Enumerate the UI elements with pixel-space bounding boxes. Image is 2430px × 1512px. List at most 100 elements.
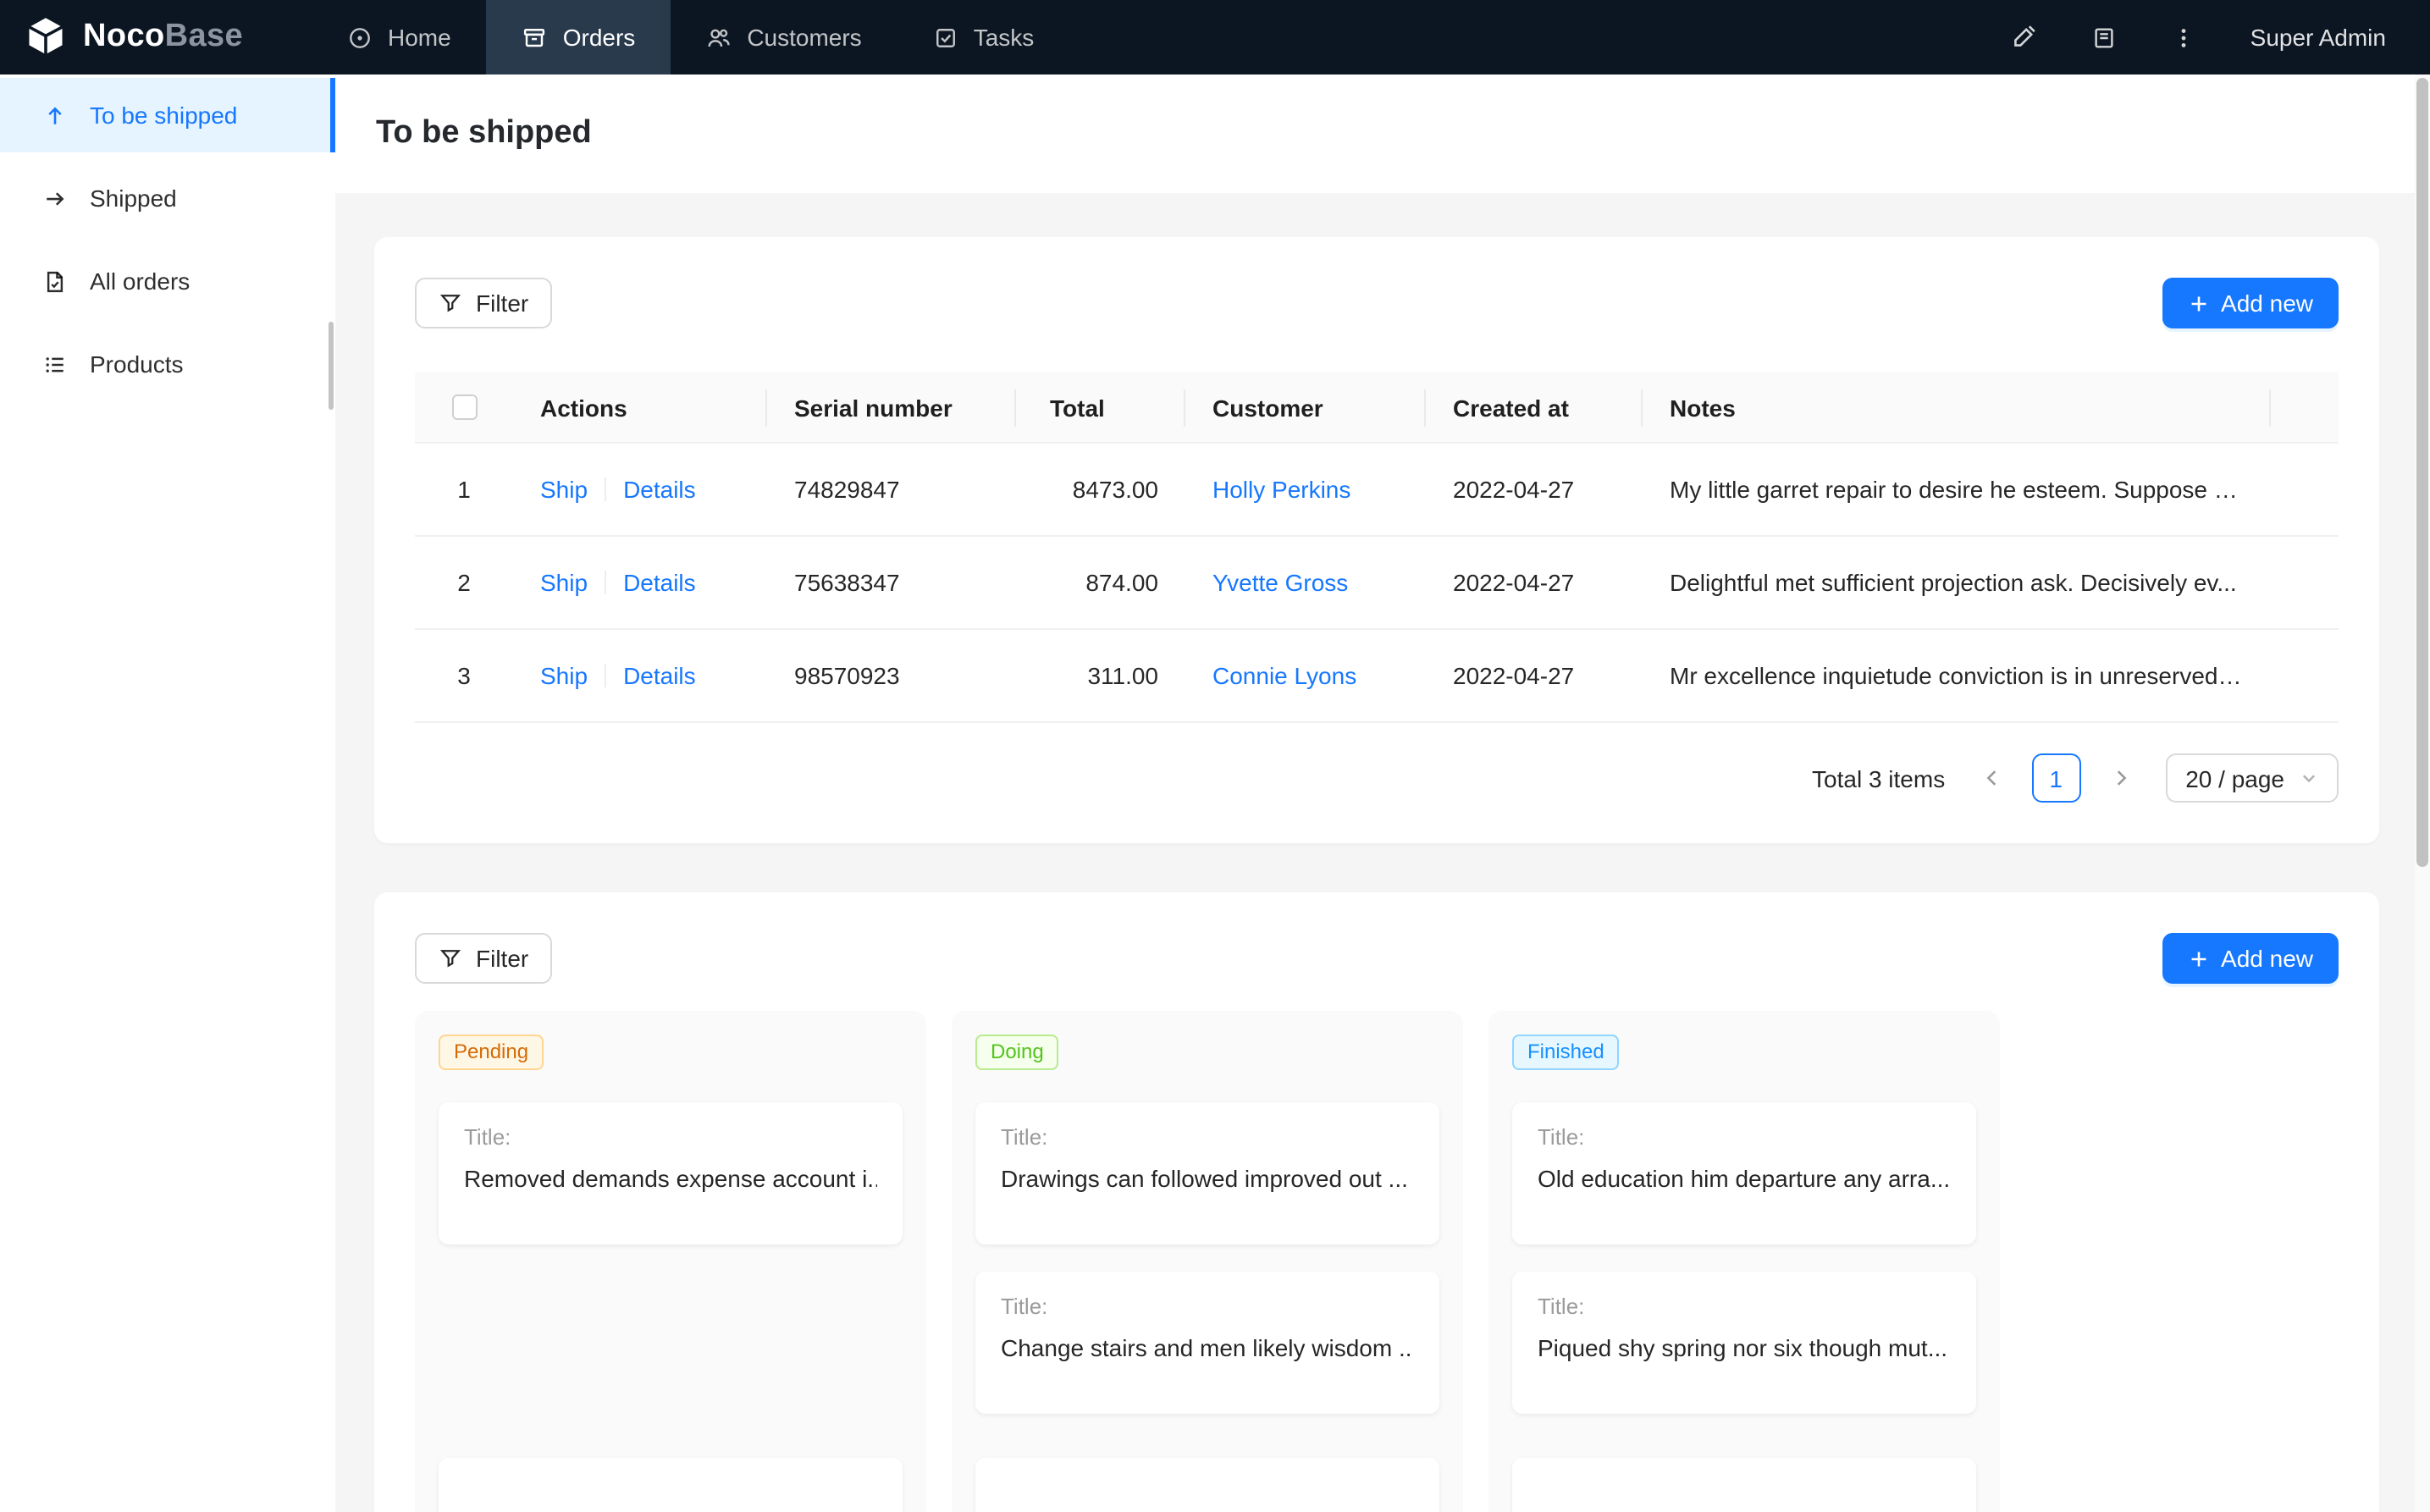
top-nav: NocoBase Home Orders	[0, 0, 2430, 74]
select-all-checkbox[interactable]	[451, 395, 477, 420]
pagination-page-1[interactable]: 1	[2031, 753, 2080, 803]
app: NocoBase Home Orders	[0, 0, 2430, 1512]
column-header-serial-number[interactable]: Serial number	[767, 372, 1016, 442]
orders-table: Actions Serial number Total Customer Cre…	[415, 372, 2339, 723]
task-card[interactable]: Title: Removed demands expense account i…	[439, 1102, 903, 1244]
kanban-column-pending: Pending Title: Removed demands expense a…	[415, 1011, 926, 1512]
column-header-customer[interactable]: Customer	[1185, 372, 1426, 442]
customer-link[interactable]: Connie Lyons	[1212, 662, 1356, 689]
task-card-partial[interactable]	[1512, 1458, 1976, 1512]
nav-label: Customers	[747, 24, 861, 51]
orders-block: Filter Add new Actions	[374, 237, 2379, 843]
customers-icon	[706, 25, 732, 50]
user-menu[interactable]: Super Admin	[2251, 24, 2386, 51]
nav-item-customers[interactable]: Customers	[671, 0, 897, 74]
task-card-partial[interactable]	[975, 1458, 1439, 1512]
main-nav: Home Orders	[312, 0, 1069, 74]
header-actions: Super Admin	[2010, 0, 2430, 74]
content: Filter Add new Actions	[335, 193, 2415, 1512]
task-card-partial[interactable]	[439, 1458, 903, 1512]
sidebar-item-label: To be shipped	[90, 102, 237, 129]
filter-button[interactable]: Filter	[415, 933, 552, 984]
ui-editor-pen-icon[interactable]	[2010, 24, 2037, 51]
nav-item-orders[interactable]: Orders	[487, 0, 671, 74]
ship-link[interactable]: Ship	[540, 662, 588, 689]
status-badge: Doing	[975, 1035, 1059, 1070]
total-cell: 874.00	[1016, 537, 1185, 628]
main-area: To be shipped Filter	[335, 74, 2415, 1512]
serial-number-cell: 75638347	[767, 537, 1016, 628]
details-link[interactable]: Details	[623, 569, 696, 596]
kanban-board: Pending Title: Removed demands expense a…	[415, 1011, 2339, 1512]
status-badge: Pending	[439, 1035, 544, 1070]
action-divider	[605, 571, 606, 594]
nocobase-logo-icon	[24, 15, 68, 59]
nav-item-tasks[interactable]: Tasks	[897, 0, 1070, 74]
task-card[interactable]: Title: Drawings can followed improved ou…	[975, 1102, 1439, 1244]
logo[interactable]: NocoBase	[0, 0, 312, 74]
add-new-button[interactable]: Add new	[2162, 933, 2339, 984]
created-at-cell: 2022-04-27	[1426, 537, 1643, 628]
page-size-select[interactable]: 20 / page	[2165, 753, 2339, 803]
field-label: Title:	[464, 1124, 877, 1150]
tasks-icon	[933, 25, 958, 50]
tasks-block: Filter Add new Pending	[374, 892, 2379, 1512]
total-cell: 311.00	[1016, 630, 1185, 721]
action-divider	[605, 477, 606, 501]
filter-button[interactable]: Filter	[415, 278, 552, 328]
notes-cell: Delightful met sufficient projection ask…	[1670, 569, 2237, 596]
pagination-prev-button[interactable]	[1967, 753, 2016, 803]
row-index: 3	[457, 662, 471, 689]
filter-icon	[439, 946, 462, 970]
sidebar-item-products[interactable]: Products	[0, 327, 335, 401]
sidebar-scrollbar-thumb[interactable]	[329, 322, 334, 410]
task-card[interactable]: Title: Old education him departure any a…	[1512, 1102, 1976, 1244]
filter-icon	[439, 291, 462, 315]
ship-link[interactable]: Ship	[540, 476, 588, 503]
sidebar-item-to-be-shipped[interactable]: To be shipped	[0, 78, 335, 152]
column-header-actions[interactable]: Actions	[513, 372, 767, 442]
list-icon	[42, 351, 68, 377]
task-card[interactable]: Title: Piqued shy spring nor six though …	[1512, 1272, 1976, 1414]
table-row: 3 Ship Details 98570923 311.00 Connie Ly…	[415, 630, 2339, 723]
task-title: Removed demands expense account i...	[464, 1165, 877, 1192]
details-link[interactable]: Details	[623, 476, 696, 503]
customer-link[interactable]: Holly Perkins	[1212, 476, 1350, 503]
page-scrollbar[interactable]	[2415, 74, 2430, 1512]
row-index: 1	[457, 476, 471, 503]
sidebar-item-shipped[interactable]: Shipped	[0, 161, 335, 235]
ellipsis-vertical-icon[interactable]	[2171, 25, 2196, 50]
column-header-notes[interactable]: Notes	[1643, 372, 2271, 442]
total-cell: 8473.00	[1016, 444, 1185, 535]
task-title: Old education him departure any arra...	[1538, 1165, 1951, 1192]
orders-toolbar: Filter Add new	[415, 278, 2339, 328]
row-index: 2	[457, 569, 471, 596]
serial-number-cell: 74829847	[767, 444, 1016, 535]
sidebar: To be shipped Shipped All orders	[0, 74, 335, 1512]
column-header-empty	[2271, 372, 2339, 442]
pagination-total: Total 3 items	[1812, 764, 1945, 792]
ship-link[interactable]: Ship	[540, 569, 588, 596]
add-new-button[interactable]: Add new	[2162, 278, 2339, 328]
sidebar-item-label: All orders	[90, 268, 190, 295]
nav-item-home[interactable]: Home	[312, 0, 487, 74]
tasks-toolbar: Filter Add new	[415, 933, 2339, 984]
customer-link[interactable]: Yvette Gross	[1212, 569, 1348, 596]
status-badge: Finished	[1512, 1035, 1620, 1070]
column-header-created-at[interactable]: Created at	[1426, 372, 1643, 442]
created-at-cell: 2022-04-27	[1426, 444, 1643, 535]
plus-icon	[2187, 947, 2209, 969]
column-header-total[interactable]: Total	[1016, 372, 1185, 442]
pagination-next-button[interactable]	[2096, 753, 2145, 803]
sidebar-item-all-orders[interactable]: All orders	[0, 244, 335, 318]
scrollbar-thumb[interactable]	[2416, 78, 2428, 867]
sidebar-item-label: Products	[90, 350, 184, 378]
orders-icon	[522, 25, 548, 50]
nav-label: Home	[388, 24, 451, 51]
home-icon	[347, 25, 373, 50]
arrow-right-icon	[42, 185, 68, 211]
details-link[interactable]: Details	[623, 662, 696, 689]
task-card[interactable]: Title: Change stairs and men likely wisd…	[975, 1272, 1439, 1414]
pagination: Total 3 items 1 20 / page	[415, 753, 2339, 803]
panel-icon[interactable]	[2091, 25, 2117, 50]
